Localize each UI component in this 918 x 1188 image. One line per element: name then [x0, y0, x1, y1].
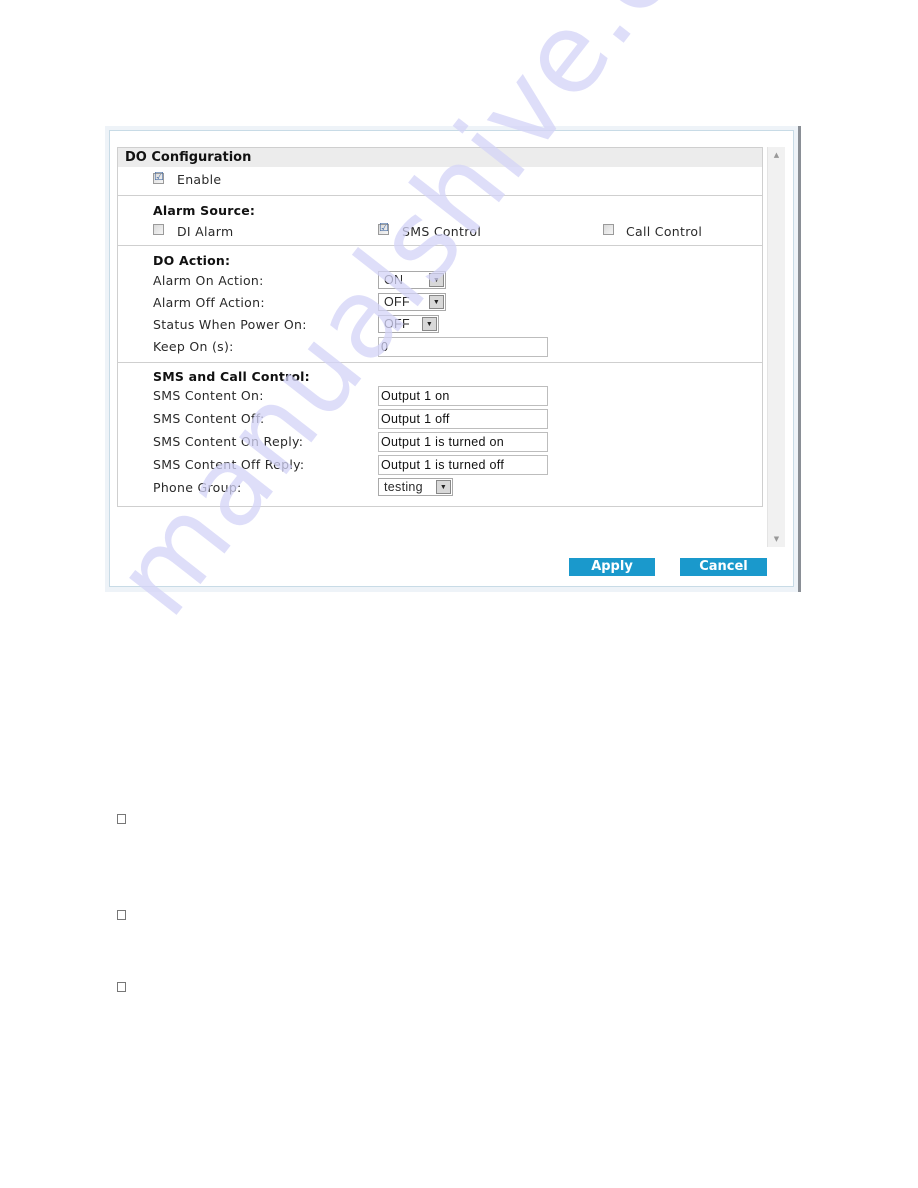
phone-group-select[interactable]: testing ▼ [378, 478, 453, 496]
enable-checkbox[interactable]: ☑ [153, 170, 165, 184]
sms-control-label: SMS Control [402, 224, 482, 239]
sms-content-on-reply-input[interactable]: Output 1 is turned on [378, 432, 548, 452]
di-alarm-checkbox[interactable] [153, 224, 164, 235]
panel-title: DO Configuration [118, 148, 762, 167]
chevron-down-icon[interactable]: ▼ [436, 480, 451, 494]
alarm-off-action-select[interactable]: OFF ▼ [378, 293, 446, 311]
sms-content-off-reply-label: SMS Content Off Reply: [153, 457, 305, 472]
phone-group-label: Phone Group: [153, 480, 242, 495]
keep-on-label: Keep On (s): [153, 339, 234, 354]
sms-content-on-input[interactable]: Output 1 on [378, 386, 548, 406]
vertical-scrollbar[interactable]: ▲ ▼ [767, 147, 785, 547]
sms-call-section: SMS and Call Control: SMS Content On: Ou… [118, 362, 762, 500]
alarm-source-title: Alarm Source: [153, 203, 256, 218]
keep-on-input[interactable]: 0 [378, 337, 548, 357]
alarm-source-section: Alarm Source: DI Alarm ☑ SMS Control Cal… [118, 195, 762, 245]
checkmark-icon: ☑ [379, 221, 390, 234]
enable-label: Enable [177, 172, 222, 187]
sms-content-off-label: SMS Content Off: [153, 411, 265, 426]
phone-group-value: testing [384, 480, 423, 494]
apply-button[interactable]: Apply [569, 558, 655, 576]
alarm-off-action-label: Alarm Off Action: [153, 295, 265, 310]
alarm-off-action-value: OFF [384, 295, 410, 309]
enable-row: ☑ Enable [118, 167, 762, 195]
bullet-box-icon [117, 982, 126, 992]
do-action-title: DO Action: [153, 253, 231, 268]
chevron-down-icon[interactable]: ▼ [429, 273, 444, 287]
checkmark-icon: ☑ [154, 170, 165, 183]
call-control-label: Call Control [626, 224, 703, 239]
sms-content-on-reply-label: SMS Content On Reply: [153, 434, 304, 449]
chevron-down-icon[interactable]: ▼ [429, 295, 444, 309]
do-action-section: DO Action: Alarm On Action: ON ▼ Alarm O… [118, 245, 762, 362]
sms-content-off-reply-input[interactable]: Output 1 is turned off [378, 455, 548, 475]
di-alarm-label: DI Alarm [177, 224, 234, 239]
sms-content-off-input[interactable]: Output 1 off [378, 409, 548, 429]
scroll-down-icon[interactable]: ▼ [768, 531, 785, 547]
bullet-box-icon [117, 814, 126, 824]
do-configuration-panel: DO Configuration ☑ Enable Alarm Source: … [117, 147, 763, 507]
bullet-box-icon [117, 910, 126, 920]
alarm-on-action-value: ON [384, 273, 404, 287]
sms-content-on-label: SMS Content On: [153, 388, 264, 403]
status-power-on-label: Status When Power On: [153, 317, 307, 332]
call-control-checkbox[interactable] [603, 224, 614, 235]
sms-control-checkbox[interactable]: ☑ [378, 221, 390, 235]
alarm-on-action-label: Alarm On Action: [153, 273, 264, 288]
chevron-down-icon[interactable]: ▼ [422, 317, 437, 331]
cancel-button[interactable]: Cancel [680, 558, 767, 576]
scroll-up-icon[interactable]: ▲ [768, 147, 785, 163]
status-power-on-value: OFF [384, 317, 410, 331]
status-power-on-select[interactable]: OFF ▼ [378, 315, 439, 333]
sms-call-title: SMS and Call Control: [153, 369, 310, 384]
alarm-on-action-select[interactable]: ON ▼ [378, 271, 446, 289]
